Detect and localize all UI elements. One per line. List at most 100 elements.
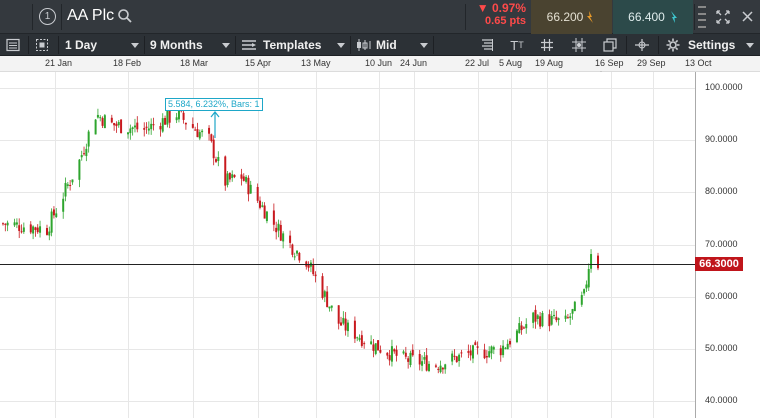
- candle-down: [4, 223, 7, 232]
- range-label: 9 Months: [150, 38, 203, 52]
- text-tool-icon[interactable]: TT: [507, 36, 527, 54]
- candle-up: [532, 311, 535, 329]
- divider: [58, 36, 59, 54]
- candle-up: [261, 201, 264, 208]
- candle-up: [147, 121, 150, 135]
- candle-down: [36, 224, 39, 234]
- candle-down: [275, 221, 278, 240]
- candle-down: [522, 326, 525, 330]
- candle-down: [455, 355, 458, 363]
- arrow-up-icon: [670, 11, 677, 23]
- y-tick-label: 100.0000: [705, 82, 743, 92]
- candle-up: [587, 263, 590, 291]
- x-tick-label: 13 Oct: [685, 58, 712, 68]
- candle-up: [85, 143, 88, 162]
- x-tick-label: 10 Jun: [365, 58, 393, 68]
- candle-up: [573, 300, 576, 312]
- candle-down: [240, 168, 243, 186]
- candle-up: [226, 171, 229, 188]
- settings-dropdown[interactable]: Settings: [660, 34, 760, 56]
- candle-up: [580, 291, 583, 307]
- info-circle-icon[interactable]: 1: [39, 8, 56, 25]
- calendar-icon[interactable]: [35, 38, 49, 52]
- candle-down: [460, 349, 463, 358]
- candle-up: [518, 317, 521, 334]
- candle-down: [34, 226, 37, 237]
- candle-up: [502, 340, 505, 358]
- candle-up: [541, 310, 544, 328]
- duplicate-icon[interactable]: [603, 38, 618, 53]
- templates-icon: [242, 40, 256, 50]
- x-tick-label: 19 Aug: [535, 58, 564, 68]
- divider: [465, 4, 466, 30]
- candle-up: [492, 345, 495, 355]
- candle-down: [437, 366, 440, 374]
- crosshair-grid-icon[interactable]: [571, 37, 587, 53]
- candle-down: [2, 222, 4, 226]
- candle-down: [20, 224, 23, 234]
- price-type-label: Mid: [376, 38, 397, 52]
- list-icon[interactable]: [6, 38, 20, 52]
- candle-down: [182, 109, 185, 124]
- crosshair-icon[interactable]: [634, 38, 650, 52]
- candle-down: [113, 122, 116, 131]
- drag-handle-icon[interactable]: [697, 4, 707, 30]
- candle-up: [127, 132, 130, 139]
- y-tick-label: 40.0000: [705, 395, 738, 405]
- candle-down: [196, 122, 199, 138]
- y-tick-label: 60.0000: [705, 290, 738, 301]
- candle-up: [66, 181, 69, 189]
- candle-down: [474, 340, 477, 346]
- indicators-icon[interactable]: [480, 38, 494, 52]
- candle-down: [379, 345, 382, 354]
- candle-down: [164, 115, 167, 125]
- close-icon[interactable]: [741, 10, 754, 23]
- candle-up: [282, 231, 285, 249]
- candle-down: [418, 349, 421, 371]
- candle-up: [231, 170, 234, 182]
- candle-down: [499, 345, 502, 362]
- candle-down: [321, 273, 324, 300]
- x-tick-label: 22 Jul: [465, 58, 490, 68]
- menu-icon[interactable]: [6, 8, 24, 26]
- candle-down: [314, 271, 317, 283]
- candle-up: [87, 129, 90, 153]
- arrow-down-icon: [587, 11, 594, 23]
- candle-up: [39, 220, 42, 238]
- candle-up: [277, 219, 280, 238]
- current-price-label: 66.3000: [695, 257, 743, 271]
- candle-up: [471, 344, 474, 364]
- candle-up: [515, 328, 518, 344]
- candle-up: [390, 339, 393, 367]
- candle-down: [467, 344, 470, 359]
- search-icon[interactable]: [117, 8, 133, 24]
- candle-up: [550, 310, 553, 326]
- candle-down: [115, 121, 118, 133]
- x-tick-label: 18 Mar: [180, 58, 209, 68]
- templates-label: Templates: [263, 38, 322, 52]
- candle-down: [386, 352, 389, 360]
- candle-up: [525, 318, 528, 334]
- candle-down: [548, 309, 551, 332]
- candle-down: [228, 172, 231, 183]
- candle-down: [539, 312, 542, 330]
- templates-dropdown[interactable]: Templates: [236, 34, 350, 56]
- buy-price-button[interactable]: 66.400: [613, 0, 693, 34]
- candle-up: [166, 110, 169, 128]
- divider: [61, 4, 62, 30]
- settings-label: Settings: [688, 38, 736, 52]
- sell-price-button[interactable]: 66.200: [531, 0, 612, 34]
- candle-down: [233, 174, 236, 179]
- candle-down: [425, 347, 428, 372]
- range-dropdown[interactable]: 9 Months: [145, 34, 235, 56]
- candle-down: [388, 350, 391, 366]
- price-type-dropdown[interactable]: Mid: [351, 34, 433, 56]
- chart-toolbar: 1 Day 9 Months Templates Mid TT Settings: [0, 34, 760, 56]
- expand-icon[interactable]: [715, 9, 731, 25]
- candle-down: [272, 203, 275, 232]
- candle-up: [103, 113, 106, 129]
- candle-up: [358, 334, 361, 342]
- interval-dropdown[interactable]: 1 Day: [60, 34, 144, 56]
- candle-up: [427, 361, 430, 373]
- grid-icon[interactable]: [540, 38, 554, 52]
